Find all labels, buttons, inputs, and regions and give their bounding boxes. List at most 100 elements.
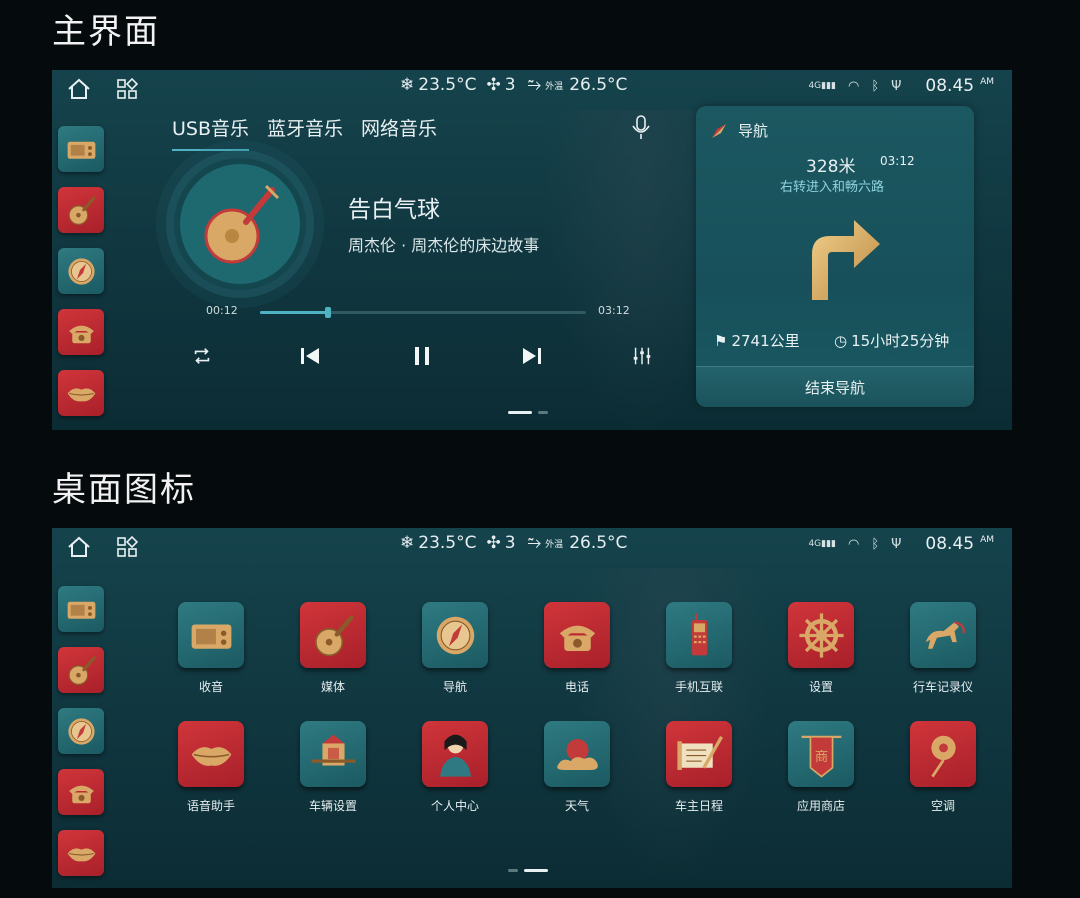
app-fan[interactable]: 空调 xyxy=(882,721,1004,814)
app-label: 媒体 xyxy=(320,680,345,694)
app-horse[interactable]: 行车记录仪 xyxy=(882,602,1004,695)
home-icon[interactable] xyxy=(66,534,92,560)
clock: 08.45 xyxy=(925,76,975,96)
clock-icon: ◷ xyxy=(834,331,848,350)
fan-level: 3 xyxy=(504,75,516,95)
pause-icon xyxy=(415,347,429,365)
app-label: 天气 xyxy=(564,799,589,813)
pipa-icon xyxy=(314,615,353,656)
fan-icon xyxy=(930,735,956,777)
pipa-icon xyxy=(68,656,95,685)
desktop-screen: ❄ 23.5°C ✣ 3 ⥲ 外温 26.5°C 4G▮▮▮ ◠ ᛒ Ψ 08.… xyxy=(52,528,1012,888)
dock-item-compass[interactable] xyxy=(58,708,104,754)
app-sedan-chair[interactable]: 车辆设置 xyxy=(272,721,394,814)
app-tile[interactable] xyxy=(422,721,488,787)
svg-text:商: 商 xyxy=(814,749,827,765)
end-navigation-button[interactable]: 结束导航 xyxy=(696,366,974,407)
app-label: 收音 xyxy=(198,680,223,694)
app-tile[interactable] xyxy=(422,602,488,668)
seat-airflow-icon: ⥲ xyxy=(527,75,542,95)
snowflake-icon: ❄ xyxy=(400,533,415,553)
app-tile[interactable] xyxy=(666,721,732,787)
dock-item-lips[interactable] xyxy=(58,370,104,416)
page-dot-active[interactable] xyxy=(508,411,532,414)
bluetooth-icon: ᛒ xyxy=(871,78,880,94)
app-mobile-phone[interactable]: 手机互联 xyxy=(638,602,760,695)
app-tile[interactable] xyxy=(544,602,610,668)
app-telephone[interactable]: 电话 xyxy=(516,602,638,695)
navigation-card[interactable]: 导航 328米 03:12 右转进入和畅六路 ⚑ 2741公里 ◷ 15小时25… xyxy=(696,106,974,407)
wifi-icon: ◠ xyxy=(848,536,860,552)
compass-icon xyxy=(436,616,474,654)
status-bar: ❄ 23.5°C ✣ 3 ⥲ 外温 26.5°C 4G▮▮▮ ◠ ᛒ Ψ 08.… xyxy=(52,528,1012,562)
app-tile[interactable] xyxy=(300,721,366,787)
page-dot[interactable] xyxy=(508,869,518,872)
page-dot-active[interactable] xyxy=(524,869,548,872)
app-tile[interactable] xyxy=(788,602,854,668)
app-label: 车主日程 xyxy=(674,799,723,813)
nav-instruction: 右转进入和畅六路 xyxy=(780,180,885,195)
app-tile[interactable] xyxy=(910,602,976,668)
nav-total-time: ◷ 15小时25分钟 xyxy=(834,331,950,351)
tab-usb-music[interactable]: USB音乐 xyxy=(172,114,250,151)
apps-grid-icon[interactable] xyxy=(116,78,138,100)
pipa-icon xyxy=(204,184,280,264)
repeat-icon xyxy=(194,348,210,364)
app-tile[interactable] xyxy=(544,721,610,787)
app-compass[interactable]: 导航 xyxy=(394,602,516,695)
previous-button[interactable] xyxy=(296,342,324,370)
radio-icon xyxy=(191,623,231,649)
apps-grid-icon[interactable] xyxy=(116,536,138,558)
app-lady-portrait[interactable]: 个人中心 xyxy=(394,721,516,814)
album-disc xyxy=(180,164,300,284)
dock-item-radio[interactable] xyxy=(58,586,104,632)
radio-icon xyxy=(67,601,95,619)
dock-item-telephone[interactable] xyxy=(58,309,104,355)
dock-item-compass[interactable] xyxy=(58,248,104,294)
telephone-icon xyxy=(68,325,94,343)
app-label: 个人中心 xyxy=(430,799,479,813)
usb-icon: Ψ xyxy=(891,536,902,552)
app-label: 行车记录仪 xyxy=(912,680,973,694)
home-icon[interactable] xyxy=(66,76,92,102)
pause-button[interactable] xyxy=(408,342,436,370)
microphone-icon[interactable] xyxy=(630,114,652,140)
lips-icon xyxy=(67,847,95,861)
dock-item-radio[interactable] xyxy=(58,126,104,172)
app-tile[interactable] xyxy=(666,602,732,668)
app-scroll-brush[interactable]: 车主日程 xyxy=(638,721,760,814)
repeat-button[interactable] xyxy=(188,342,216,370)
progress-bar[interactable] xyxy=(260,307,586,318)
app-shop-banner[interactable]: 商应用商店 xyxy=(760,721,882,814)
next-button[interactable] xyxy=(518,342,546,370)
climate-status[interactable]: ❄ 23.5°C ✣ 3 ⥲ 外温 26.5°C xyxy=(400,533,627,553)
tab-network-music[interactable]: 网络音乐 xyxy=(361,114,437,151)
equalizer-button[interactable] xyxy=(628,342,656,370)
clock-ampm: AM xyxy=(980,535,994,545)
dock-item-telephone[interactable] xyxy=(58,769,104,815)
app-helm-wheel[interactable]: 设置 xyxy=(760,602,882,695)
app-tile[interactable] xyxy=(178,721,244,787)
app-label: 语音助手 xyxy=(186,799,235,813)
lips-icon xyxy=(191,746,231,766)
climate-status[interactable]: ❄ 23.5°C ✣ 3 ⥲ 外温 26.5°C xyxy=(400,75,627,95)
lips-icon xyxy=(67,387,95,401)
app-tile[interactable]: 商 xyxy=(788,721,854,787)
app-lips[interactable]: 语音助手 xyxy=(150,721,272,814)
pipa-icon xyxy=(68,196,95,225)
dock-item-pipa[interactable] xyxy=(58,187,104,233)
nav-title: 导航 xyxy=(738,122,769,140)
dock-item-pipa[interactable] xyxy=(58,647,104,693)
page-dot[interactable] xyxy=(538,411,548,414)
tab-bluetooth-music[interactable]: 蓝牙音乐 xyxy=(267,114,343,151)
app-pipa[interactable]: 媒体 xyxy=(272,602,394,695)
app-sun-cloud[interactable]: 天气 xyxy=(516,721,638,814)
snowflake-icon: ❄ xyxy=(400,75,415,95)
progress-knob[interactable] xyxy=(325,307,332,318)
app-tile[interactable] xyxy=(910,721,976,787)
app-tile[interactable] xyxy=(300,602,366,668)
dock-item-lips[interactable] xyxy=(58,830,104,876)
app-tile[interactable] xyxy=(178,602,244,668)
compass-icon xyxy=(67,717,95,745)
app-radio[interactable]: 收音 xyxy=(150,602,272,695)
